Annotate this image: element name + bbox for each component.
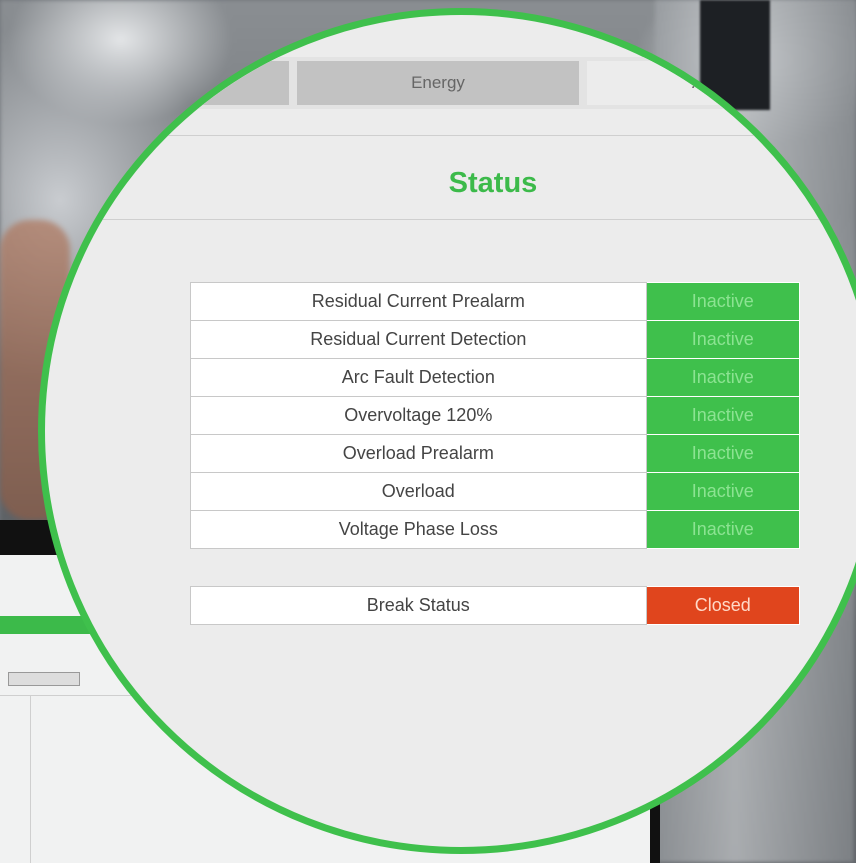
- status-badge: Inactive: [645, 396, 801, 435]
- status-badge: Inactive: [645, 434, 801, 473]
- table-row: Overload Inactive: [190, 472, 801, 511]
- status-label: Residual Current Prealarm: [190, 282, 647, 321]
- table-row: Overvoltage 120% Inactive: [190, 396, 801, 435]
- background-monitor-column: [30, 695, 31, 863]
- status-label: Voltage Phase Loss: [190, 510, 647, 549]
- status-label: Residual Current Detection: [190, 320, 647, 359]
- status-badge: Inactive: [645, 282, 801, 321]
- break-status-table: Break Status Closed: [190, 586, 801, 625]
- status-badge: Inactive: [645, 472, 801, 511]
- tab-previous[interactable]: [157, 61, 289, 105]
- magnifier-lens: Energy A Status Residual Current Prealar…: [38, 8, 856, 854]
- table-row: Break Status Closed: [190, 586, 801, 625]
- status-label: Arc Fault Detection: [190, 358, 647, 397]
- divider: [45, 219, 856, 220]
- status-badge: Inactive: [645, 320, 801, 359]
- table-row: Residual Current Prealarm Inactive: [190, 282, 801, 321]
- status-badge: Inactive: [645, 510, 801, 549]
- table-row: Residual Current Detection Inactive: [190, 320, 801, 359]
- status-badge: Inactive: [645, 358, 801, 397]
- page-title: Status: [448, 167, 538, 199]
- break-status-badge: Closed: [645, 586, 801, 625]
- table-row: Arc Fault Detection Inactive: [190, 358, 801, 397]
- tab-energy[interactable]: Energy: [297, 61, 579, 105]
- status-label: Overload Prealarm: [190, 434, 647, 473]
- divider: [45, 135, 856, 136]
- table-row: Overload Prealarm Inactive: [190, 434, 801, 473]
- status-label: Overvoltage 120%: [190, 396, 647, 435]
- break-status-label: Break Status: [190, 586, 647, 625]
- status-label: Overload: [190, 472, 647, 511]
- tab-next[interactable]: A: [587, 61, 856, 105]
- table-row: Voltage Phase Loss Inactive: [190, 510, 801, 549]
- status-table: Residual Current Prealarm Inactive Residua…: [190, 282, 801, 549]
